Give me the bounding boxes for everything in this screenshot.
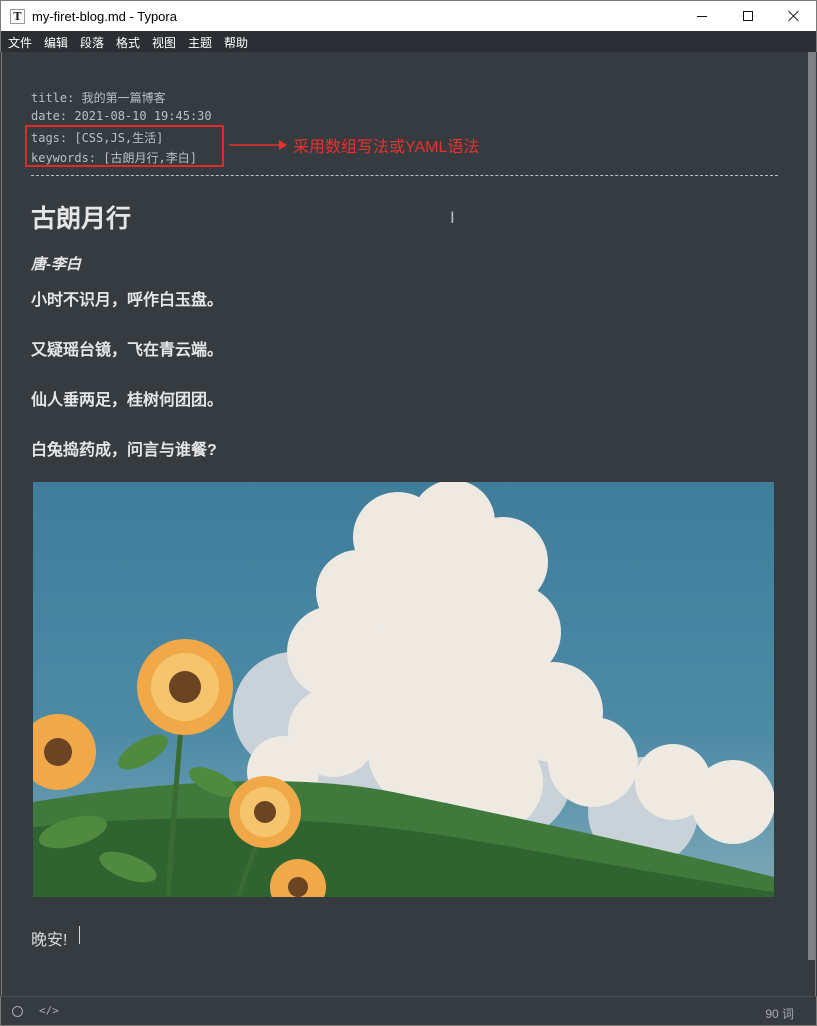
scrollbar-thumb[interactable]: [808, 52, 815, 960]
maximize-icon: [743, 11, 753, 21]
source-code-mode-icon[interactable]: </>: [39, 1004, 59, 1017]
window-title: my-firet-blog.md - Typora: [32, 9, 177, 24]
word-count[interactable]: 90 词: [765, 1005, 794, 1022]
poem-line[interactable]: 白兔捣药成，问言与谁餐?: [31, 436, 217, 460]
vertical-scrollbar[interactable]: [807, 52, 816, 996]
minimize-icon: [697, 15, 707, 17]
annotation-highlight-box: [25, 125, 224, 167]
maximize-button[interactable]: [725, 1, 771, 31]
menu-theme[interactable]: 主题: [188, 34, 212, 51]
poem-line[interactable]: 小时不识月，呼作白玉盘。: [31, 286, 223, 310]
poem-author[interactable]: 唐-李白: [31, 253, 81, 274]
closing-line[interactable]: 晚安!: [31, 926, 67, 950]
ibeam-cursor-icon: I: [450, 208, 455, 227]
menu-edit[interactable]: 编辑: [44, 34, 68, 51]
menu-bar: 文件 编辑 段落 格式 视图 主题 帮助: [0, 31, 817, 52]
poem-line[interactable]: 仙人垂两足，桂树何团团。: [31, 386, 223, 410]
menu-help[interactable]: 帮助: [224, 34, 248, 51]
close-icon: [788, 10, 800, 22]
minimize-button[interactable]: [679, 1, 725, 31]
menu-view[interactable]: 视图: [152, 34, 176, 51]
menu-file[interactable]: 文件: [8, 34, 32, 51]
sidebar-toggle-icon[interactable]: [12, 1006, 23, 1017]
annotation-arrow-icon: [229, 140, 287, 150]
front-matter-title[interactable]: title: 我的第一篇博客: [31, 89, 166, 106]
sunflower-sky-image[interactable]: [33, 482, 774, 897]
annotation-label: 采用数组写法或YAML语法: [293, 139, 480, 156]
front-matter-date[interactable]: date: 2021-08-10 19:45:30: [31, 109, 212, 123]
title-bar: T my-firet-blog.md - Typora: [0, 0, 817, 31]
status-bar: </> 90 词: [0, 996, 817, 1026]
poem-line[interactable]: 又疑瑶台镜，飞在青云端。: [31, 336, 223, 360]
front-matter-divider: [31, 175, 778, 176]
menu-paragraph[interactable]: 段落: [80, 34, 104, 51]
typora-app-icon: T: [10, 9, 25, 24]
menu-format[interactable]: 格式: [116, 34, 140, 51]
text-caret: [79, 926, 80, 944]
close-button[interactable]: [771, 1, 817, 31]
document-heading[interactable]: 古朗月行: [31, 199, 131, 235]
illustration-svg: [33, 482, 774, 897]
